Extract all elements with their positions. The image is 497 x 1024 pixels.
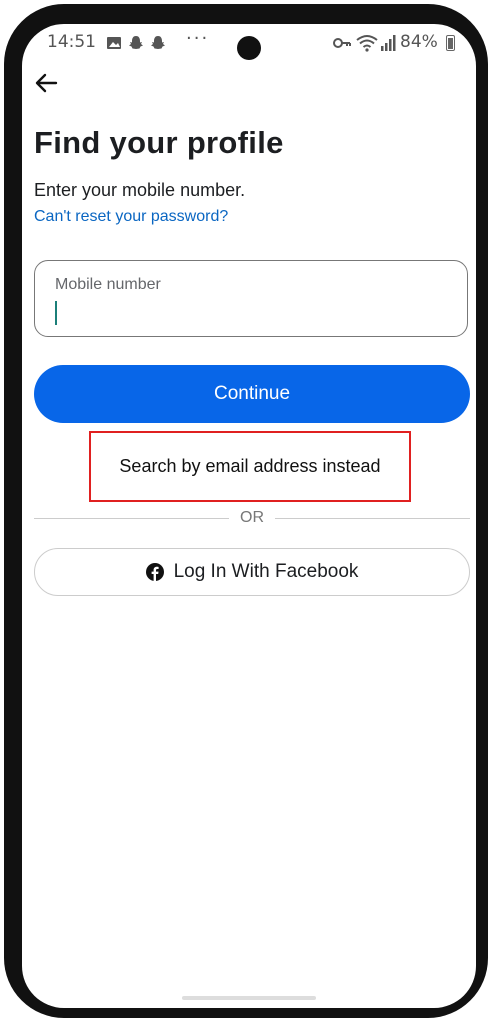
front-camera (237, 36, 261, 60)
continue-button[interactable]: Continue (34, 365, 470, 423)
mobile-number-field[interactable]: Mobile number (34, 260, 468, 337)
signal-icon (381, 35, 396, 51)
facebook-login-button[interactable]: Log In With Facebook (34, 548, 470, 596)
key-icon (333, 38, 351, 48)
search-by-email-button[interactable]: Search by email address instead (89, 431, 411, 502)
more-notifications-icon: ··· (186, 28, 210, 49)
power-button (479, 404, 485, 466)
battery-icon (446, 35, 455, 51)
divider-line (275, 518, 470, 519)
status-time: 14:51 (47, 32, 96, 52)
text-cursor (55, 301, 57, 325)
arrow-left-icon[interactable] (34, 70, 60, 96)
home-indicator (182, 996, 316, 1000)
battery-percentage: 84% (400, 32, 438, 52)
wifi-icon (356, 35, 378, 52)
page-title: Find your profile (34, 125, 284, 160)
facebook-login-label: Log In With Facebook (173, 561, 359, 582)
mobile-number-label: Mobile number (55, 276, 161, 293)
snapchat-icon (129, 36, 143, 49)
image-icon (107, 37, 121, 49)
snapchat-icon (151, 36, 165, 49)
phone-frame: 14:51 ··· 84% Find your profile Enter yo… (4, 4, 488, 1018)
volume-down-button (479, 202, 485, 260)
screen: 14:51 ··· 84% Find your profile Enter yo… (22, 24, 476, 1008)
volume-up-button (479, 134, 485, 192)
facebook-icon (145, 563, 164, 581)
cant-reset-password-link[interactable]: Can't reset your password? (34, 208, 228, 226)
page-subtitle: Enter your mobile number. (34, 180, 246, 200)
status-bar: 14:51 ··· 84% (22, 24, 476, 62)
or-divider: OR (34, 508, 470, 528)
